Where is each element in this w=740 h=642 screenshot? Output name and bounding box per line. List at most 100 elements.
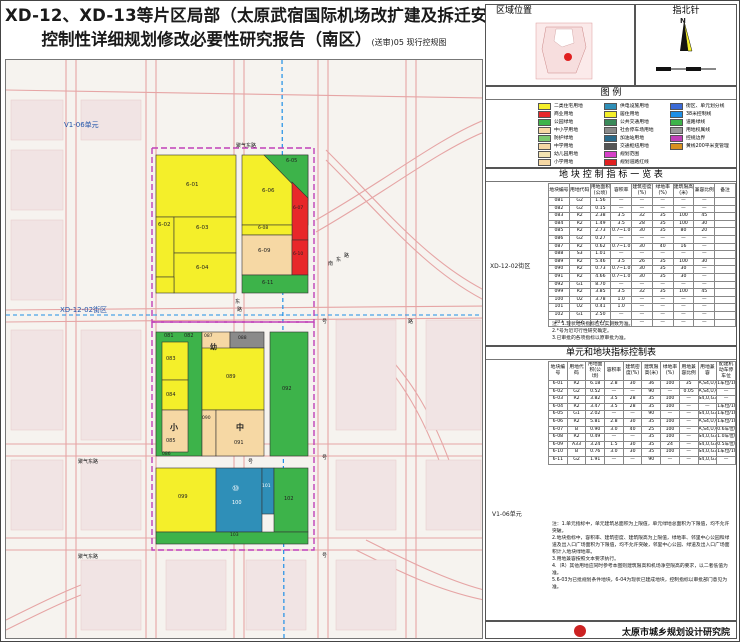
table-cell: 100: [672, 257, 695, 267]
table-cell: [714, 257, 736, 267]
table-cell: 2.8: [604, 417, 624, 427]
table-cell: —: [716, 455, 736, 465]
table-cell: R2: [568, 272, 591, 282]
table-cell: —: [672, 295, 695, 305]
table-cell: —: [622, 455, 643, 465]
table-cell: 100: [672, 212, 695, 221]
table-row: 092 G1 8.70— — — — —: [548, 280, 736, 290]
table-row: 102 G1 2.50— — — — —: [548, 310, 736, 320]
road-label-north-2: 聚气东路: [236, 143, 257, 149]
table-cell: —: [651, 310, 674, 320]
table-cell: 90: [641, 455, 662, 465]
location-panel-title: 区域位置: [486, 5, 634, 17]
legend-swatch: [670, 135, 683, 142]
table-cell: 3.82: [585, 395, 606, 404]
table-cell: 1车位/100m²建筑面积: [716, 380, 736, 389]
table-cell: —: [660, 410, 680, 419]
table-cell: 30: [672, 272, 695, 282]
legend-swatch: [538, 151, 551, 158]
road-label-hao-4: 号: [322, 553, 328, 559]
unit-table-panel: 单元和地块指标控制表 V1-06单元 地块编号 用地代码 用地面积(公顷) 容积率 建筑…: [485, 346, 737, 621]
table-header-cell: 用地兼容: [697, 361, 718, 381]
table-cell: 6-09: [548, 440, 568, 450]
table-cell: U2: [568, 303, 591, 312]
table-row: 081 G2 1.56— — — — —: [548, 197, 736, 206]
table-cell: 5.81: [585, 417, 606, 427]
table-cell: —: [622, 410, 643, 419]
table-cell: 1车位/100m²建筑面积: [716, 448, 736, 457]
table-cell: —: [604, 455, 624, 465]
table-cell: 5.46: [589, 257, 612, 267]
table-cell: R2: [568, 265, 591, 274]
legend-label: 道路绿线: [686, 120, 706, 125]
table-cell: 1.0: [610, 295, 633, 305]
table-cell: 30: [622, 417, 643, 427]
table-row: 086 G2 0.27— — — — —: [548, 234, 736, 244]
table-cell: 100: [660, 433, 680, 442]
table-cell: G2: [568, 197, 591, 206]
legend-swatch: [604, 151, 617, 158]
table-cell: [714, 295, 736, 305]
table-cell: 24: [660, 440, 680, 450]
legend-label: 公共交通用地: [620, 120, 649, 125]
table-row: 083 R2 2.38 3.5 32 35 100 45: [548, 212, 736, 221]
table-cell: 30: [631, 242, 653, 252]
table-cell: 3.85: [589, 288, 612, 297]
road-label-lu: 路: [237, 307, 243, 313]
table-cell: 3.0: [604, 448, 624, 457]
table-cell: 32: [631, 212, 653, 221]
table-cell: 088: [548, 250, 570, 259]
parcel-label-082: 082: [184, 333, 194, 339]
table-cell: 30: [631, 227, 653, 236]
table-cell: 30: [693, 219, 716, 229]
table-cell: 6-06: [548, 417, 568, 427]
road-label-east: 东: [235, 299, 241, 305]
table-cell: S4,U,G3: [697, 395, 718, 404]
legend-label: 小学用地: [554, 160, 574, 165]
table-cell: S4,U,G3: [697, 433, 718, 442]
table-cell: 6-03: [548, 395, 568, 404]
table-header-row: 地块编号 用地代码 用地面积(公顷) 容积率 建筑密度(%) 建筑限高(米) 绿地率(%) 用…: [548, 361, 736, 381]
north-arrow-icon: [656, 20, 716, 71]
table-cell: 100: [548, 295, 570, 305]
table-cell: 0.90: [585, 425, 606, 435]
table-cell: 3.5: [604, 395, 624, 404]
table-cell: 30: [631, 272, 653, 282]
table-cell: 3.5: [610, 288, 633, 297]
table-cell: [714, 227, 736, 236]
note-line: 注：1.单元指标中，单元建筑总面积为上限值，单元绿地总面积为下限值，均不允许突破…: [552, 522, 730, 534]
table-cell: [714, 272, 736, 282]
table-header-cell: 绿地率(%): [660, 361, 680, 381]
table-row: 6-10B0.763.03035100—S4,U,G31车位/100m²建筑面积: [548, 448, 736, 457]
parcel-label-091: 091: [234, 440, 244, 446]
legend-swatch: [604, 111, 617, 118]
table-cell: 102: [548, 310, 570, 320]
legend-label: 公园绿地: [554, 120, 574, 125]
table-cell: —: [678, 455, 699, 465]
table-cell: 3.0: [604, 425, 624, 435]
parcel-6-04: [173, 252, 237, 294]
table-cell: G1: [568, 280, 591, 290]
road-label-hao-1: 号: [322, 319, 328, 325]
map-area: V1-06单元 XD-12-02街区 聚气东路 聚气东路 聚气东路 东 路 号 …: [5, 59, 483, 639]
table-cell: —: [693, 310, 716, 320]
table-cell: —: [693, 242, 716, 252]
table-cell: 35: [651, 219, 674, 229]
legend-label: 幼儿园用地: [554, 152, 578, 157]
table-cell: G1: [566, 410, 587, 419]
note-line: 2.*号为近可行性研究确定。: [552, 329, 612, 334]
map-sheet: XD-12、XD-13等片区局部（太原武宿国际机场改扩建及拆迁安置地块） 控制性…: [0, 0, 740, 642]
footer: 太原市城乡规划设计研究院: [485, 621, 737, 639]
table-cell: —: [672, 250, 695, 259]
table-cell: —: [610, 310, 633, 320]
table-cell: 2.8: [604, 380, 624, 389]
table-header-cell: 绿地率(%): [651, 183, 674, 198]
table-header-cell: 容积率: [610, 183, 633, 198]
parcel-088: [229, 331, 265, 349]
table-cell: 6-08: [548, 433, 568, 442]
table-cell: —: [678, 395, 699, 404]
parcel-label-6-07: 6-07: [293, 206, 304, 211]
table-cell: 6-02: [548, 387, 568, 397]
unit-side-label: V1-06单元: [492, 511, 522, 518]
table-cell: R2: [566, 380, 587, 389]
